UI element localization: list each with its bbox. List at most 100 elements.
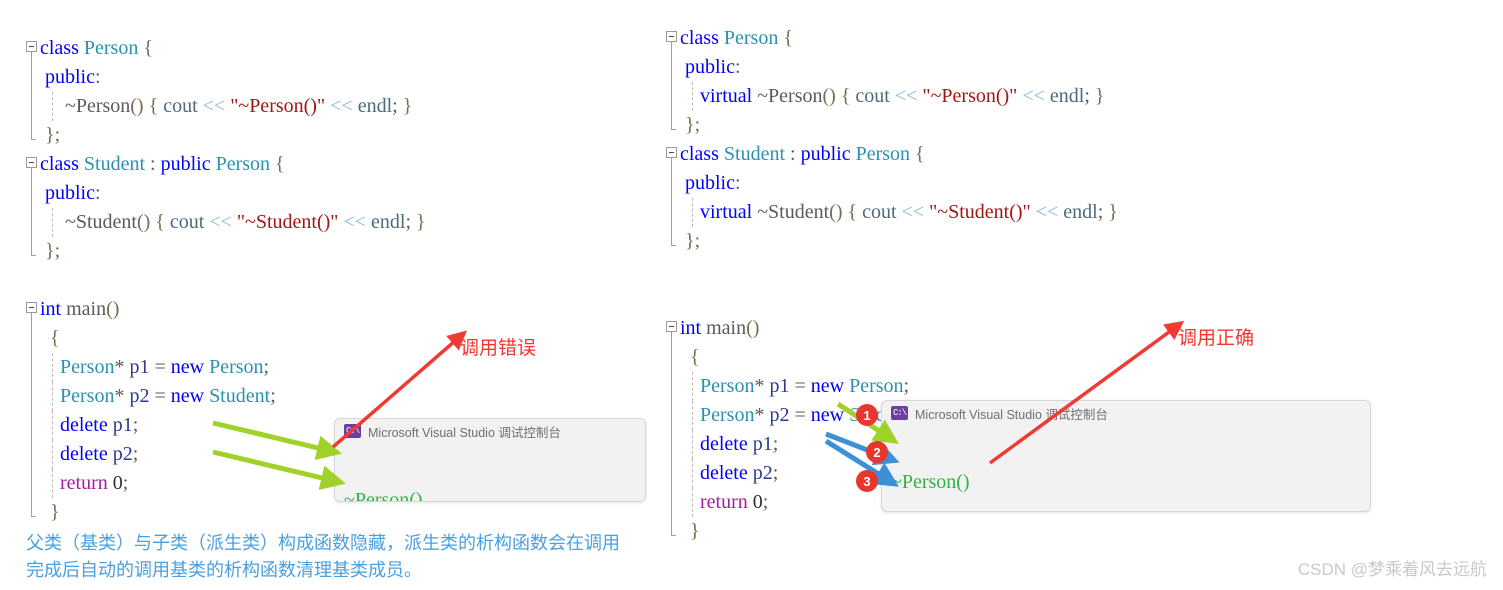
code-text: class Student : public Person { (40, 153, 285, 175)
collapse-minus-icon[interactable] (666, 321, 677, 332)
code-token: { (275, 153, 285, 175)
code-token: p1 (112, 414, 133, 436)
step-badge-3: 3 (856, 470, 878, 492)
code-token: Student (209, 385, 271, 407)
collapse-minus-icon[interactable] (26, 157, 37, 168)
code-line (666, 256, 1118, 285)
code-line: public: (666, 169, 1118, 198)
code-token: endl (1049, 85, 1085, 107)
outline-guide-end (31, 255, 36, 256)
code-text: virtual ~Student() { cout << "~Student()… (680, 201, 1118, 223)
console-window-left[interactable]: Microsoft Visual Studio 调试控制台 ~Person() … (334, 418, 646, 502)
code-token: new (170, 356, 205, 378)
code-token: virtual (700, 85, 753, 107)
code-text: int main() (40, 298, 119, 320)
code-token: { (143, 37, 153, 59)
code-token: endl (357, 95, 393, 117)
console-output-line: ~Person() (344, 489, 423, 502)
code-token: { (847, 201, 858, 223)
code-line: int main() (26, 295, 426, 324)
code-line: }; (26, 237, 426, 266)
code-token: delete (60, 443, 108, 465)
outline-guide (31, 92, 32, 121)
outline-guide (31, 168, 32, 179)
code-token: ; (762, 491, 769, 513)
outline-guide-end (31, 516, 36, 517)
outline-guide (31, 208, 32, 237)
code-text: }; (40, 240, 60, 262)
code-token: return (60, 472, 108, 494)
outline-guide-end (671, 129, 676, 130)
outline-guide (31, 411, 32, 440)
code-token: public (685, 172, 735, 194)
code-token: Student (723, 143, 786, 165)
code-line: ~Student() { cout << "~Student()" << end… (26, 208, 426, 237)
code-text: virtual ~Person() { cout << "~Person()" … (680, 85, 1105, 107)
collapse-minus-icon[interactable] (26, 302, 37, 313)
indent-guide (692, 198, 693, 227)
indent-guide (692, 459, 693, 488)
code-token: 0 (112, 472, 123, 494)
code-token: ; (772, 433, 779, 455)
code-text: Person* p2 = new Student; (40, 385, 276, 407)
outline-guide (31, 237, 32, 256)
indent-guide (52, 469, 53, 498)
collapse-minus-icon[interactable] (666, 147, 677, 158)
code-token: Person (849, 375, 904, 397)
console-title: Microsoft Visual Studio 调试控制台 (915, 407, 1108, 422)
code-token: ; (270, 385, 276, 407)
code-text: delete p1; (680, 433, 778, 455)
code-token: public (800, 143, 851, 165)
code-token: class (680, 143, 719, 165)
code-token: p2 (769, 404, 790, 426)
code-token: Person (215, 153, 271, 175)
code-token: () (130, 95, 144, 117)
code-line: class Person { (666, 24, 1118, 53)
code-text: delete p1; (40, 414, 138, 436)
console-output: ~Person() ~Student() ~Person() (882, 425, 1370, 511)
code-line (26, 266, 426, 295)
code-token: * (114, 385, 125, 407)
console-titlebar: Microsoft Visual Studio 调试控制台 (335, 419, 645, 443)
outline-guide (31, 353, 32, 382)
outline-guide (31, 498, 32, 517)
code-token: int (40, 298, 62, 320)
outline-guide-end (31, 139, 36, 140)
outline-guide (671, 401, 672, 430)
code-token: : (95, 182, 101, 204)
code-token: } (1108, 201, 1118, 223)
code-token: = (154, 356, 166, 378)
code-token: << (202, 95, 226, 117)
code-text: { (680, 346, 700, 368)
code-token: new (170, 385, 205, 407)
code-text (40, 269, 45, 291)
code-token: : (735, 56, 741, 78)
code-token: }; (45, 124, 61, 146)
code-token: << (1035, 201, 1059, 223)
indent-guide (692, 430, 693, 459)
code-line: { (26, 324, 426, 353)
code-token: << (330, 95, 353, 117)
code-token: ; (132, 414, 139, 436)
code-token: p2 (129, 385, 150, 407)
collapse-minus-icon[interactable] (26, 41, 37, 52)
code-token: cout (862, 201, 897, 223)
code-line: public: (666, 53, 1118, 82)
collapse-minus-icon[interactable] (666, 31, 677, 42)
outline-guide (671, 430, 672, 459)
code-text: delete p2; (680, 462, 778, 484)
code-text: ~Person() { cout << "~Person()" << endl;… (40, 95, 412, 117)
indent-guide (52, 382, 53, 411)
console-window-right[interactable]: Microsoft Visual Studio 调试控制台 ~Person() … (881, 400, 1371, 512)
code-token: Person (700, 404, 755, 426)
code-token: } (690, 520, 700, 542)
indent-guide (52, 440, 53, 469)
code-token: cout (855, 85, 890, 107)
code-token: public (160, 153, 211, 175)
code-token: ~Student (65, 211, 137, 233)
caption-line-2: 完成后自动的调用基类的析构函数清理基类成员。 (26, 560, 422, 580)
code-text: public: (680, 56, 741, 78)
